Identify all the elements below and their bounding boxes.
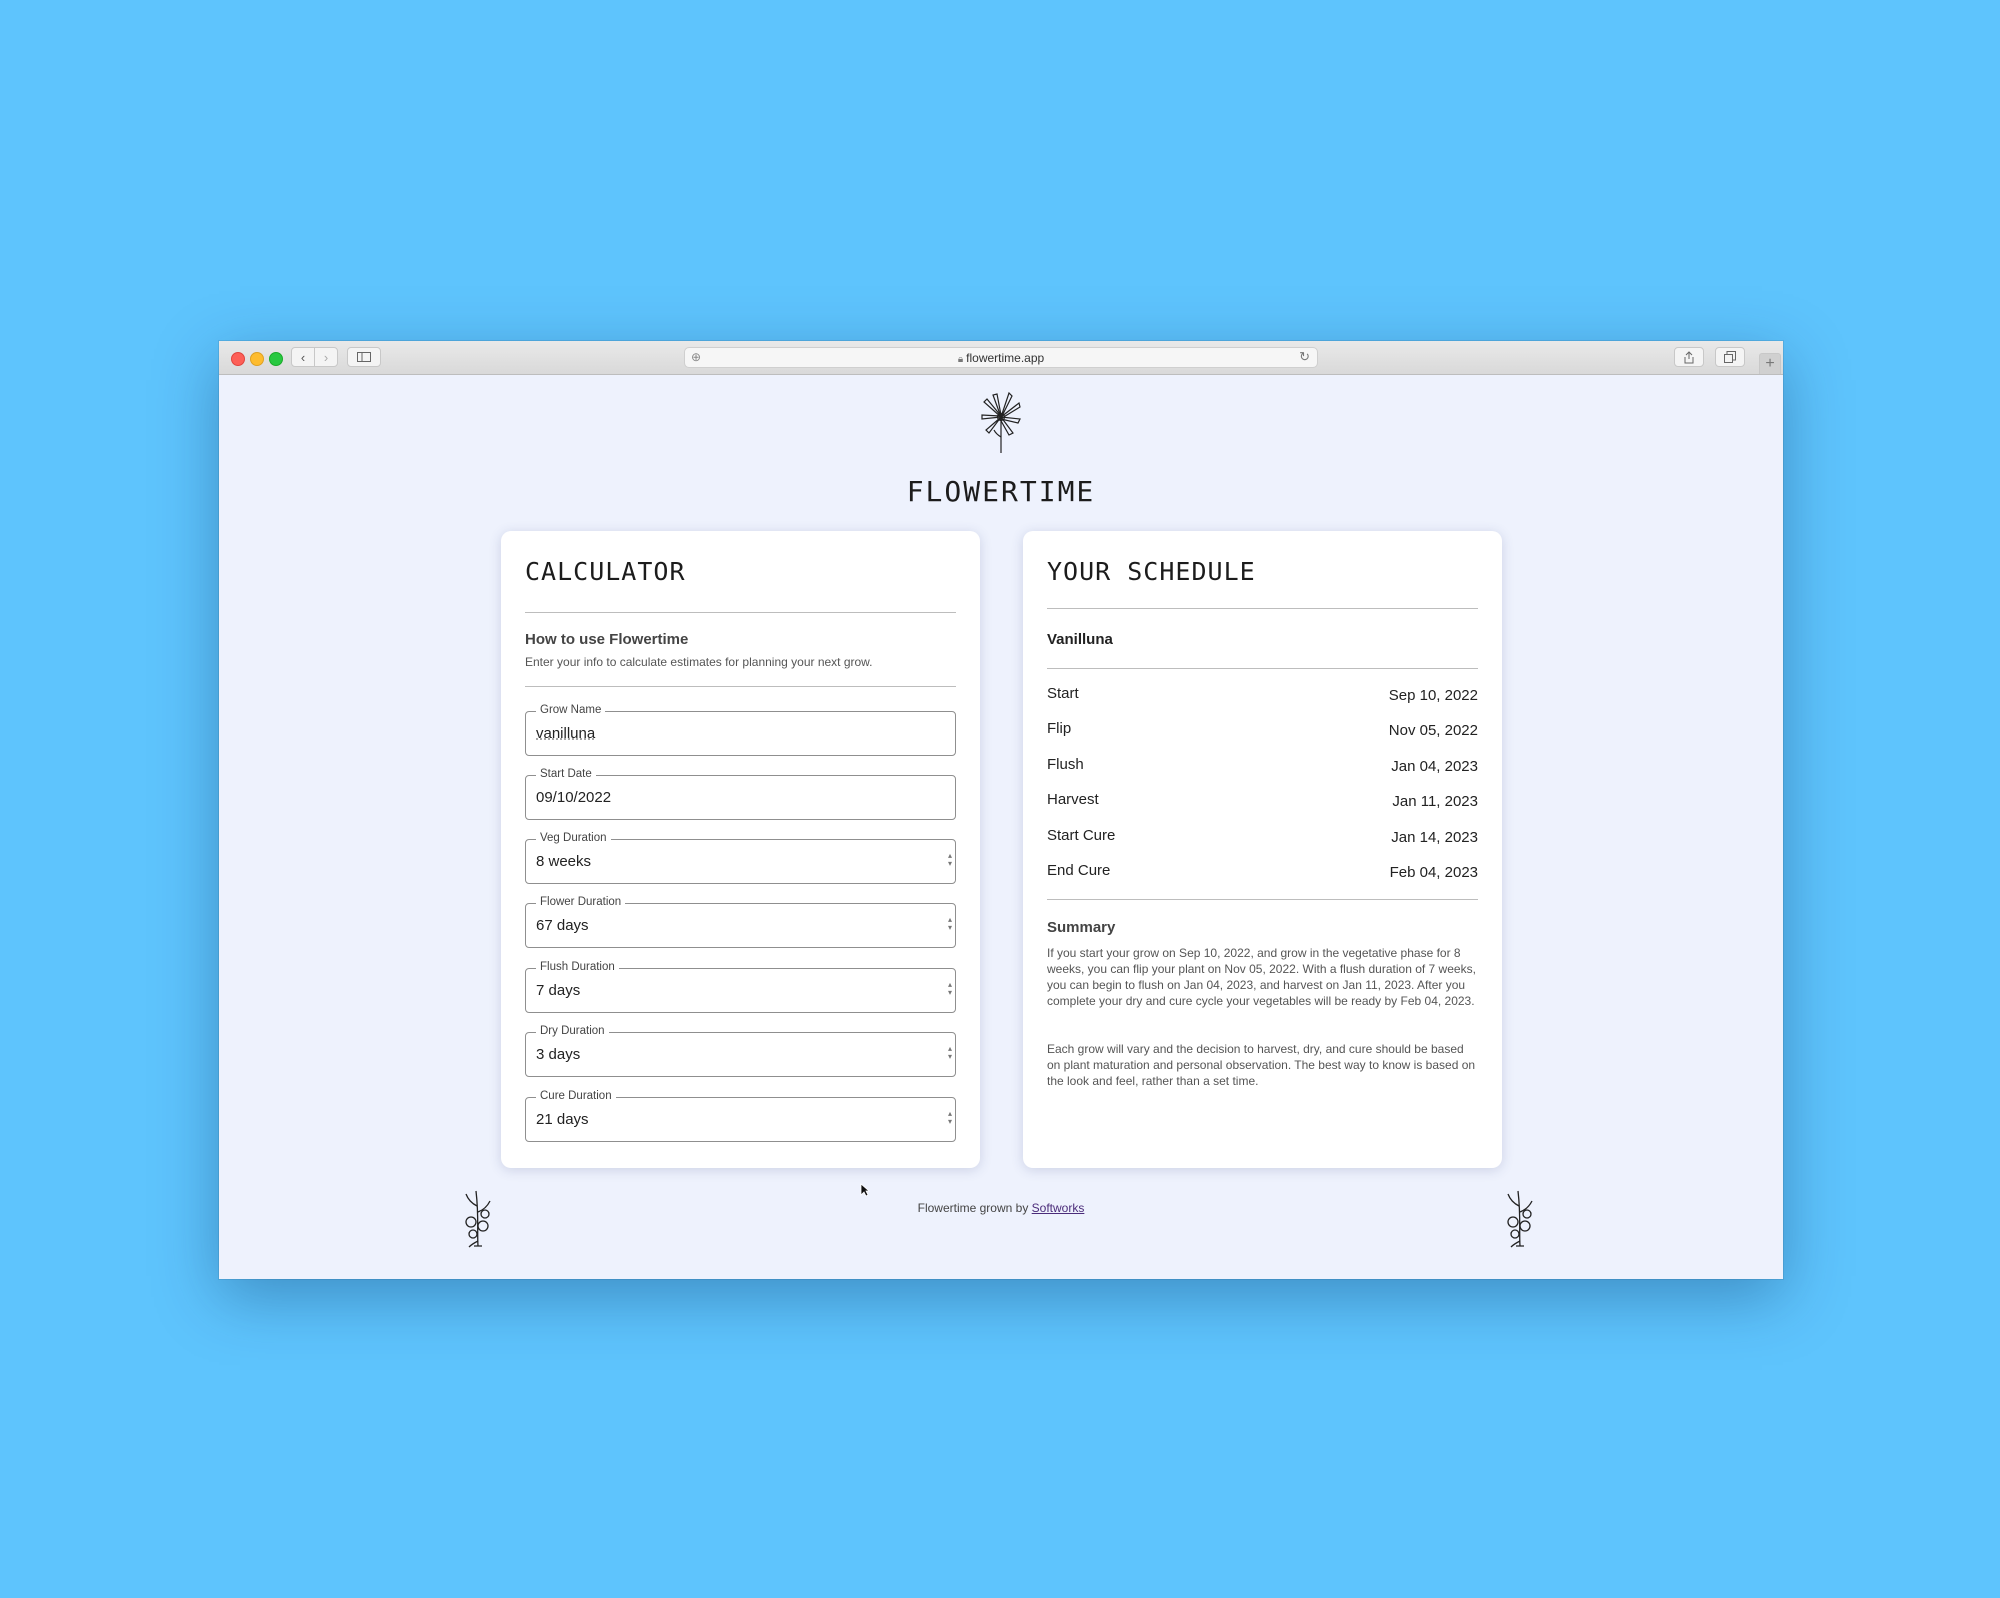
site-title: FLOWERTIME: [906, 475, 1096, 508]
field-value[interactable]: 67 days: [536, 917, 589, 934]
sidebar-toggle-button[interactable]: [347, 347, 381, 367]
field-label: Cure Duration: [536, 1089, 616, 1103]
schedule-date: Nov 05, 2022: [1388, 722, 1478, 739]
flush-duration-field[interactable]: Flush Duration 7 days ▴ ▾: [525, 960, 956, 1013]
grow-name-field[interactable]: Grow Name vanilluna: [525, 703, 956, 756]
howto-title: How to use Flowertime: [525, 631, 689, 648]
schedule-row: Flush Jan 04, 2023: [1047, 756, 1478, 776]
schedule-label: Start: [1047, 685, 1079, 702]
schedule-label: End Cure: [1047, 862, 1111, 879]
schedule-label: Start Cure: [1047, 827, 1116, 844]
schedule-date: Sep 10, 2022: [1388, 687, 1478, 704]
schedule-row: Start Cure Jan 14, 2023: [1047, 827, 1478, 847]
grow-name-heading: Vanilluna: [1047, 631, 1113, 648]
field-label: Dry Duration: [536, 1024, 609, 1038]
field-label: Grow Name: [536, 703, 606, 717]
stepper-icon[interactable]: ▴ ▾: [948, 916, 952, 932]
address-bar[interactable]: ⊕ 🔒︎ flowertime.app ↻: [684, 347, 1318, 368]
flower-duration-field[interactable]: Flower Duration 67 days ▴ ▾: [525, 895, 956, 948]
schedule-row: Flip Nov 05, 2022: [1047, 720, 1478, 740]
field-value[interactable]: vanilluna: [536, 725, 595, 742]
sidebar-icon: [357, 352, 371, 362]
reload-icon[interactable]: ↻: [1299, 349, 1310, 365]
browser-toolbar: ‹ › ⊕ 🔒︎ flowertime.app ↻ +: [219, 341, 1783, 375]
divider: [1047, 608, 1478, 609]
schedule-date: Jan 14, 2023: [1391, 829, 1478, 846]
schedule-row: End Cure Feb 04, 2023: [1047, 862, 1478, 882]
stepper-icon[interactable]: ▴ ▾: [948, 852, 952, 868]
back-button[interactable]: ‹: [291, 347, 315, 367]
new-tab-button[interactable]: +: [1759, 353, 1781, 374]
share-icon: [1684, 350, 1694, 363]
stepper-icon[interactable]: ▴ ▾: [948, 1110, 952, 1126]
stepper-icon[interactable]: ▴ ▾: [948, 981, 952, 997]
footer: Flowertime grown by Softworks: [219, 1201, 1783, 1215]
calculator-card: CALCULATOR How to use Flowertime Enter y…: [501, 531, 980, 1168]
schedule-label: Flush: [1047, 756, 1084, 773]
summary-title: Summary: [1047, 919, 1116, 936]
tab-overview-button[interactable]: [1715, 347, 1745, 367]
field-value[interactable]: 7 days: [536, 982, 580, 999]
field-label: Start Date: [536, 767, 596, 781]
page-content: FLOWERTIME CALCULATOR How to use Flowert…: [219, 375, 1783, 1279]
plus-icon: +: [1765, 355, 1775, 372]
field-label: Veg Duration: [536, 831, 611, 845]
divider: [525, 686, 956, 687]
schedule-row: Harvest Jan 11, 2023: [1047, 791, 1478, 811]
zoom-window-button[interactable]: [269, 352, 283, 366]
divider: [525, 612, 956, 613]
forward-button[interactable]: ›: [314, 347, 338, 367]
chevron-right-icon: ›: [323, 349, 329, 365]
summary-disclaimer: Each grow will vary and the decision to …: [1047, 1042, 1476, 1088]
browser-window: ‹ › ⊕ 🔒︎ flowertime.app ↻ + FLOWERTIME C…: [219, 341, 1783, 1279]
field-label: Flush Duration: [536, 960, 619, 974]
url-text: flowertime.app: [966, 351, 1045, 365]
lock-icon: 🔒︎: [957, 354, 964, 365]
divider: [1047, 899, 1478, 900]
schedule-date: Jan 04, 2023: [1391, 758, 1478, 775]
tabs-icon: [1724, 351, 1736, 363]
dry-duration-field[interactable]: Dry Duration 3 days ▴ ▾: [525, 1024, 956, 1077]
stepper-icon[interactable]: ▴ ▾: [948, 1045, 952, 1061]
footer-text: Flowertime grown by: [917, 1201, 1029, 1215]
summary-paragraph: If you start your grow on Sep 10, 2022, …: [1047, 946, 1476, 1008]
close-window-button[interactable]: [231, 352, 245, 366]
schedule-label: Harvest: [1047, 791, 1099, 808]
schedule-label: Flip: [1047, 720, 1072, 737]
schedule-date: Feb 04, 2023: [1389, 864, 1478, 881]
field-value[interactable]: 21 days: [536, 1111, 589, 1128]
calculator-title: CALCULATOR: [525, 557, 686, 586]
field-value[interactable]: 8 weeks: [536, 853, 591, 870]
minimize-window-button[interactable]: [250, 352, 264, 366]
start-date-field[interactable]: Start Date 09/10/2022: [525, 767, 956, 820]
share-button[interactable]: [1674, 347, 1704, 367]
softworks-link[interactable]: Softworks: [1032, 1201, 1085, 1215]
schedule-title: YOUR SCHEDULE: [1047, 557, 1256, 586]
veg-duration-field[interactable]: Veg Duration 8 weeks ▴ ▾: [525, 831, 956, 884]
cure-duration-field[interactable]: Cure Duration 21 days ▴ ▾: [525, 1089, 956, 1142]
plant-icon: [465, 1190, 491, 1248]
chevron-left-icon: ‹: [300, 349, 306, 365]
howto-text: Enter your info to calculate estimates f…: [525, 655, 873, 669]
divider: [1047, 668, 1478, 669]
field-value[interactable]: 09/10/2022: [536, 789, 611, 806]
field-label: Flower Duration: [536, 895, 626, 909]
schedule-row: Start Sep 10, 2022: [1047, 685, 1478, 705]
field-value[interactable]: 3 days: [536, 1046, 580, 1063]
schedule-card: YOUR SCHEDULE Vanilluna Start Sep 10, 20…: [1023, 531, 1502, 1168]
plant-icon: [1507, 1190, 1533, 1248]
flower-logo-icon: [981, 391, 1021, 453]
mouse-pointer-icon: [860, 1183, 870, 1197]
schedule-date: Jan 11, 2023: [1392, 793, 1478, 810]
